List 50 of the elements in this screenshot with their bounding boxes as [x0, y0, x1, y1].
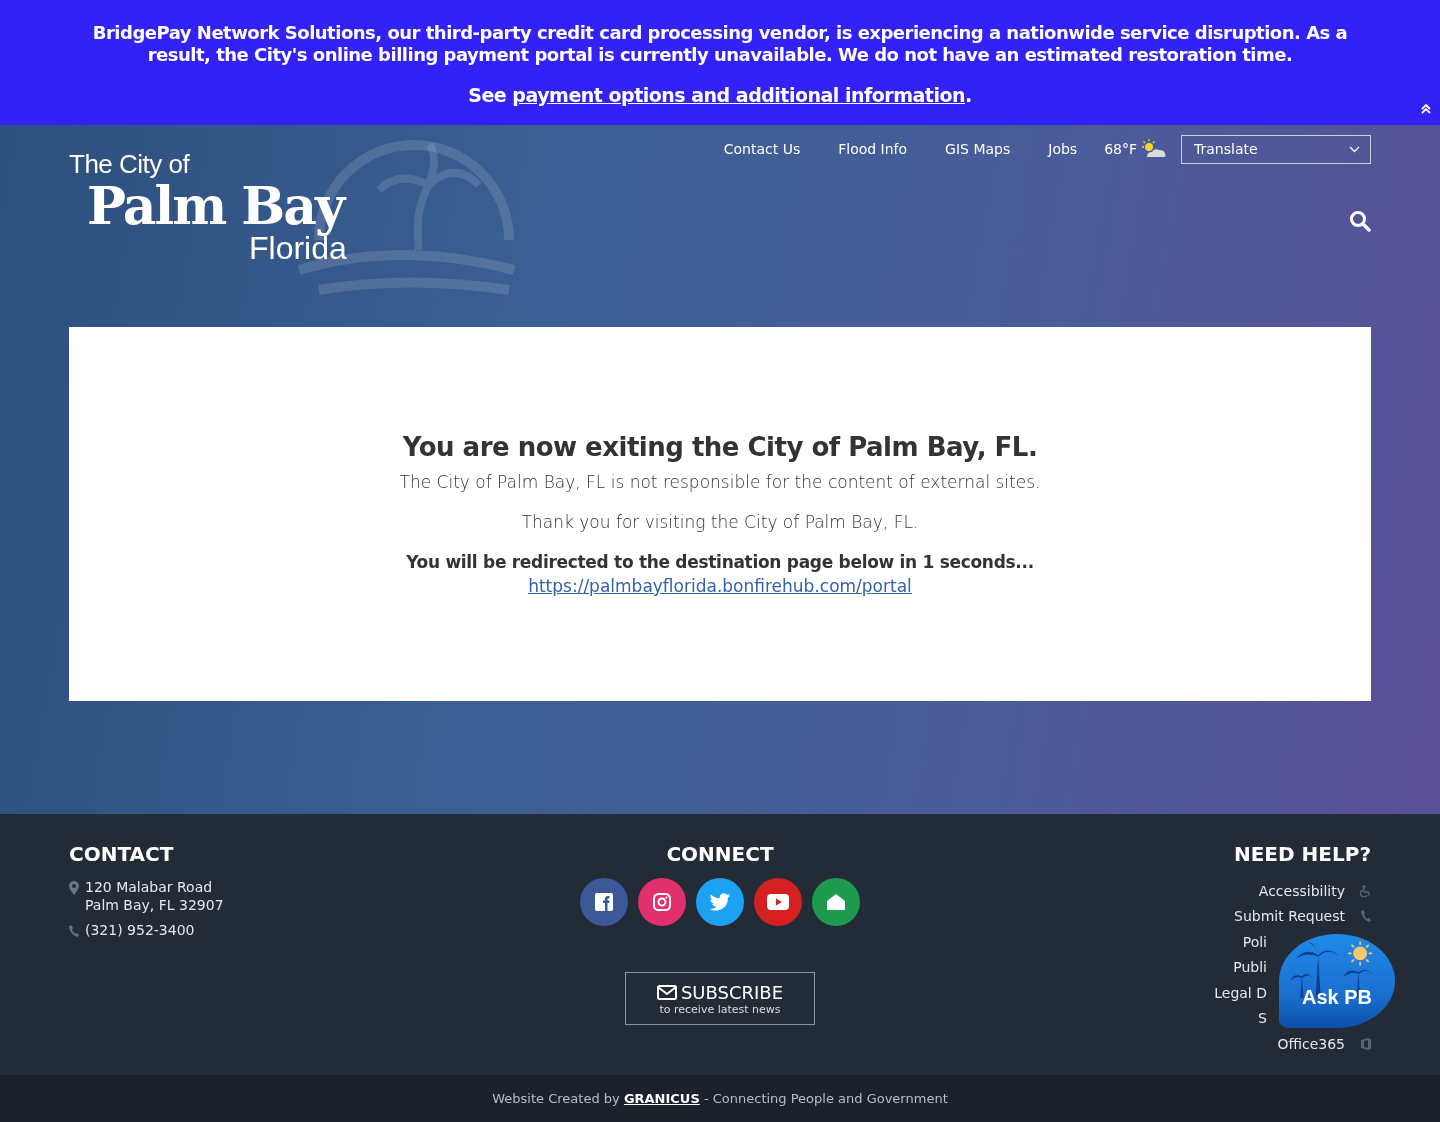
redirect-text: You will be redirected to the destination page below in 1 seconds...	[406, 552, 1034, 572]
help-link[interactable]: Submit Request	[1234, 908, 1345, 925]
help-link[interactable]: Publi	[1233, 959, 1267, 976]
nextdoor-icon[interactable]	[812, 878, 860, 926]
thanks-text: Thank you for visiting the City of Palm Bay, FL.	[521, 512, 919, 532]
nav-link[interactable]: Contact Us	[723, 134, 801, 164]
translate-dropdown[interactable]: Translate	[1181, 134, 1371, 164]
help-link[interactable]: Accessibility	[1258, 882, 1345, 899]
alert-link-suffix: .	[965, 84, 972, 106]
chevron-down-icon	[1349, 145, 1360, 153]
envelope-icon	[656, 984, 677, 1000]
address-line: Palm Bay, FL 32907	[85, 896, 224, 914]
facebook-icon[interactable]	[580, 878, 628, 926]
help-link[interactable]: S	[1258, 1010, 1267, 1027]
nav-link[interactable]: Jobs	[1048, 134, 1078, 164]
help-link[interactable]: Office365	[1277, 1035, 1345, 1052]
help-heading: NEED HELP?	[1233, 842, 1371, 866]
collapse-chevrons-icon[interactable]	[1420, 103, 1432, 115]
credit-suffix: - Connecting People and Government	[702, 1091, 948, 1106]
wheelchair-icon	[1360, 884, 1371, 897]
logo-tagline: The City of	[69, 149, 191, 180]
nav-link[interactable]: GIS Maps	[945, 134, 1011, 164]
nav-link[interactable]: Flood Info	[838, 134, 908, 164]
alert-message: BridgePay Network Solutions, our third-party credit card processing vendor, is experiencing a nationwide service disruption. As a result, the City's online billing payment portal is currently unavailable. We do not have an estimated restoration time.	[91, 22, 1349, 66]
twitter-icon[interactable]	[696, 878, 744, 926]
phone-link[interactable]: (321) 952-3400	[85, 922, 195, 938]
help-link[interactable]: Legal D	[1214, 984, 1267, 1001]
search-icon[interactable]	[1349, 210, 1371, 232]
exit-heading: You are now exiting the City of Palm Bay, FL.	[402, 432, 1038, 462]
payment-options-link[interactable]: payment options and additional information	[512, 84, 965, 106]
instagram-icon[interactable]	[638, 878, 686, 926]
address-line: 120 Malabar Road	[85, 878, 214, 896]
city-logo[interactable]: The City of Palm Bay Florida	[69, 125, 529, 315]
map-pin-icon	[69, 881, 79, 895]
weather-temperature: 68°F	[1104, 141, 1137, 157]
phone-icon	[1361, 910, 1371, 923]
subscribe-button[interactable]: SUBSCRIBE to receive latest news	[625, 972, 815, 1025]
phone-icon	[69, 925, 79, 937]
credit-prefix: Website Created by	[492, 1091, 621, 1106]
partly-cloudy-icon	[1139, 139, 1167, 159]
contact-heading: CONTACT	[69, 842, 175, 866]
connect-heading: CONNECT	[666, 842, 774, 866]
help-link[interactable]: Poli	[1242, 933, 1267, 950]
disclaimer-text: The City of Palm Bay, FL is not responsible for the content of external sites.	[399, 472, 1041, 492]
granicus-link[interactable]: GRANICUS	[623, 1091, 700, 1106]
office-icon	[1361, 1037, 1371, 1050]
destination-link[interactable]: https://palmbayflorida.bonfirehub.com/portal	[528, 576, 912, 596]
alert-link-prefix: See	[468, 84, 508, 106]
ask-pb-chat-button[interactable]: Ask PB	[1279, 934, 1395, 1028]
youtube-icon[interactable]	[754, 878, 802, 926]
